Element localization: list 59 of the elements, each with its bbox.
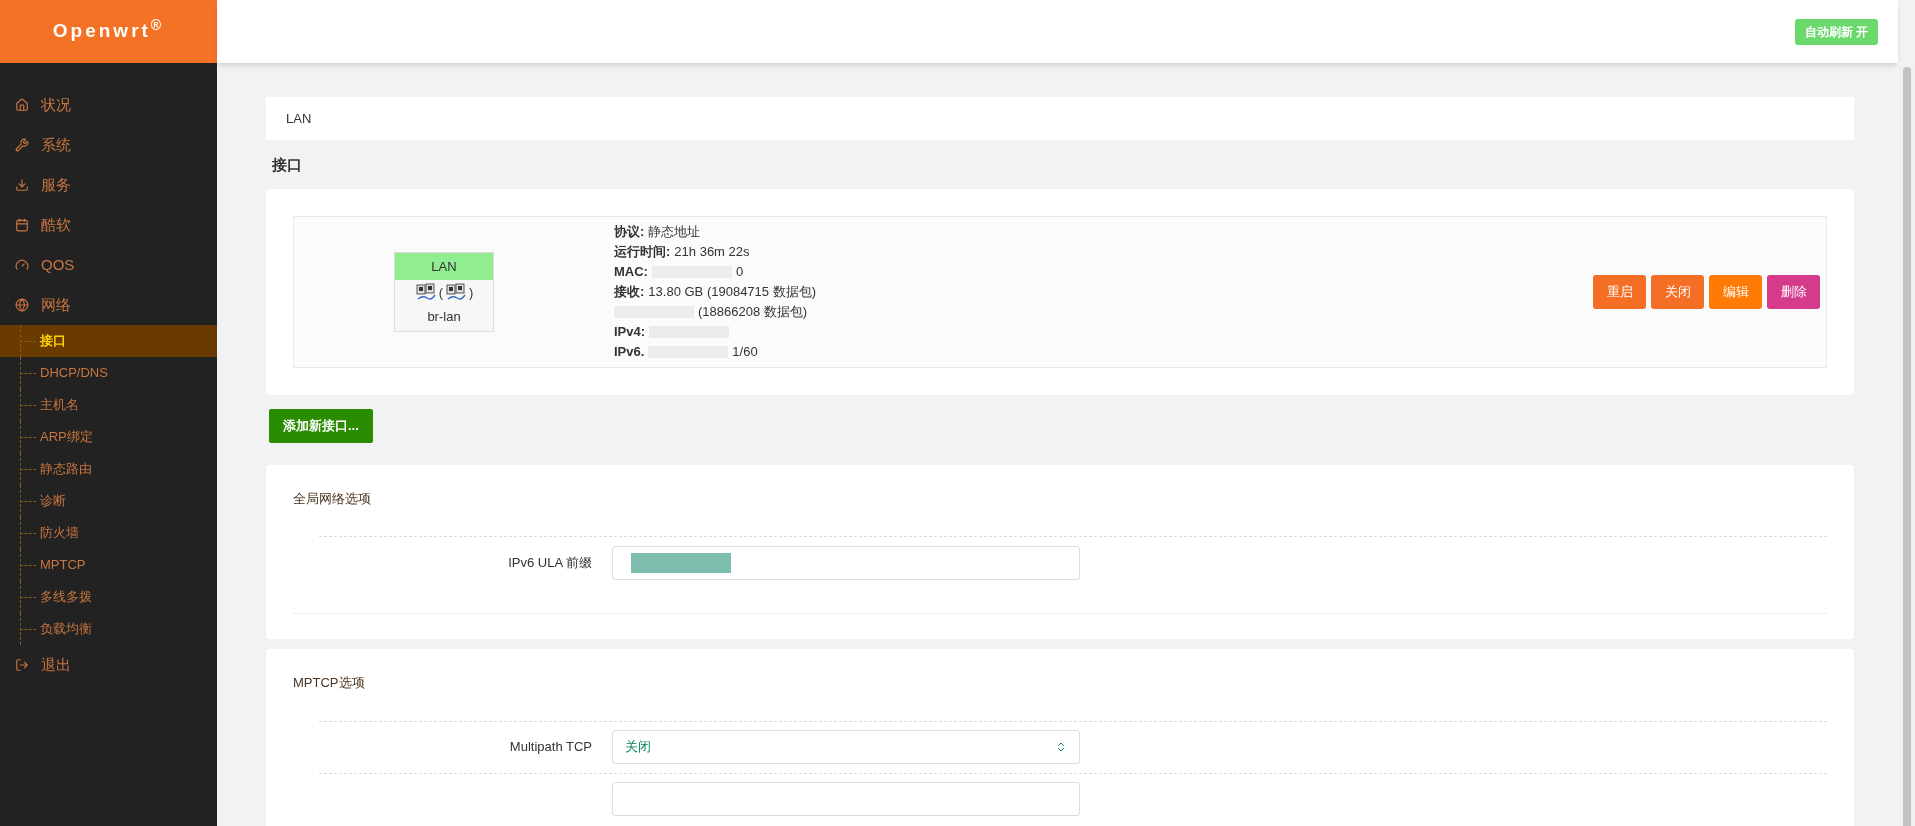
nav-subitem[interactable]: 负载均衡 (0, 613, 217, 645)
select-value: 关闭 (625, 738, 651, 757)
field-label: IPv6 ULA 前缀 (507, 553, 593, 572)
device-name: br-lan (427, 308, 461, 326)
network-port-icon (445, 283, 467, 303)
nav-item[interactable]: 系统 (0, 125, 217, 165)
nav-subitem[interactable]: MPTCP (0, 549, 217, 581)
interface-action-button[interactable]: 编辑 (1709, 274, 1762, 309)
globe-icon (15, 298, 29, 312)
nav-subitem[interactable]: 主机名 (0, 389, 217, 421)
gauge-icon (15, 258, 29, 272)
info-label: MAC: (614, 262, 648, 281)
nav-item[interactable]: 酷软 (0, 205, 217, 245)
nav-item[interactable]: 退出 (0, 645, 217, 685)
info-label: IPv6. (614, 342, 645, 361)
field-label: Multipath TCP (508, 738, 593, 757)
interface-action-button[interactable]: 重启 (1593, 274, 1646, 309)
card-title: 全局网络选项 (293, 489, 372, 508)
input-field[interactable] (612, 545, 1080, 580)
nav-item[interactable]: QOS (0, 245, 217, 285)
download-icon (15, 178, 29, 192)
nav-item[interactable]: 状况 (0, 85, 217, 125)
nav-item[interactable]: 网络 (0, 285, 217, 325)
chevrons-icon (1055, 741, 1067, 753)
add-interface-button[interactable]: 添加新接口... (269, 408, 373, 443)
interface-action-button[interactable]: 关闭 (1651, 274, 1704, 309)
nav-subitem[interactable]: 诊断 (0, 485, 217, 517)
info-value: (18866208 数据包) (698, 302, 808, 321)
nav-subitem[interactable]: DHCP/DNS (0, 357, 217, 389)
nav-subitem[interactable]: 接口 (0, 325, 217, 357)
nav-subitem[interactable]: 多线多拨 (0, 581, 217, 613)
info-label: 接收: (614, 282, 645, 301)
info-label: IPv4: (614, 322, 646, 341)
info-value: 1/60 (732, 342, 758, 361)
breadcrumb: LAN (286, 109, 312, 128)
nav-subitem[interactable]: 静态路由 (0, 453, 217, 485)
input-field[interactable] (612, 782, 1080, 816)
interface-name: LAN (395, 252, 493, 280)
nav-subitem[interactable]: 防火墙 (0, 517, 217, 549)
info-value: 静态地址 (648, 222, 701, 241)
nav-subitem[interactable]: ARP绑定 (0, 421, 217, 453)
card-title: MPTCP选项 (293, 674, 366, 692)
logo-text: Openwrt$^{®}$ (52, 17, 165, 44)
network-port-icon (414, 283, 437, 303)
info-label: 运行时间: (614, 242, 671, 261)
info-label: 协议: (614, 222, 645, 241)
select-field[interactable]: 关闭 (612, 730, 1080, 764)
tools-icon (15, 138, 29, 152)
paren: ( (438, 284, 443, 303)
calendar-icon (15, 218, 29, 232)
logout-icon (15, 658, 29, 672)
paren: ) (469, 284, 474, 303)
info-value: 21h 36m 22s (674, 242, 750, 261)
info-value: 0 (735, 262, 744, 281)
info-value: 13.80 GB (19084715 数据包) (648, 282, 816, 301)
interface-action-button[interactable]: 删除 (1767, 274, 1820, 309)
nav-item[interactable]: 服务 (0, 165, 217, 205)
section-heading: 接口 (272, 155, 303, 175)
home-icon (15, 98, 29, 112)
